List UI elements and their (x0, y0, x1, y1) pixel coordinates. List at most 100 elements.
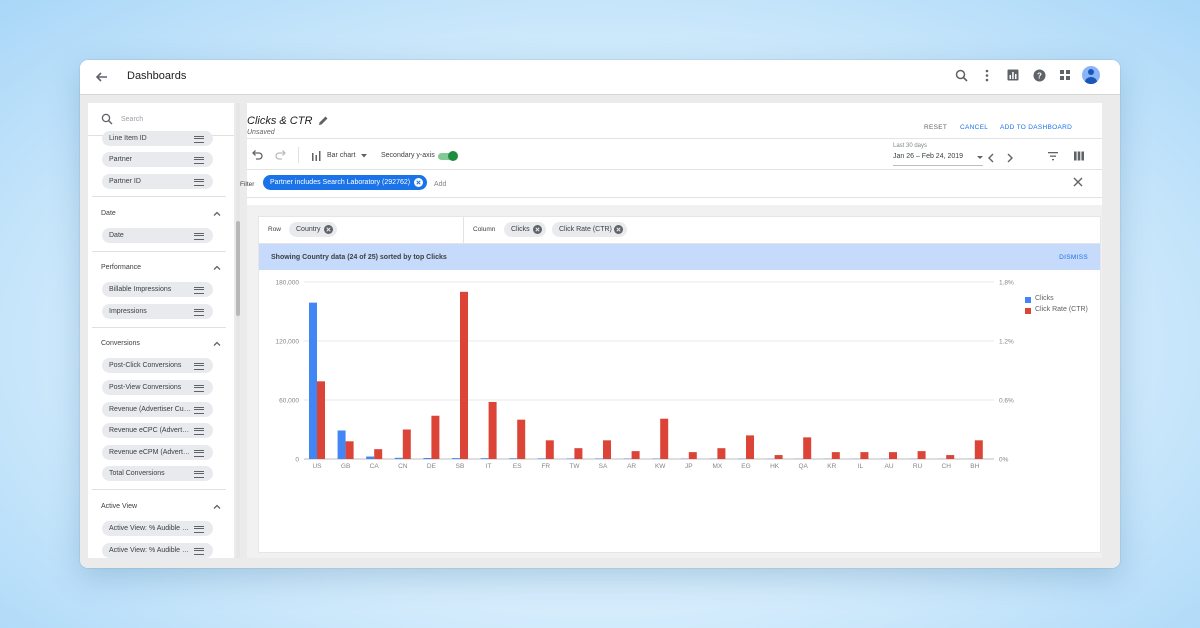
sidebar-scrollbar[interactable] (236, 103, 240, 558)
bar-clicks (337, 430, 346, 459)
more-vert-icon[interactable] (978, 66, 996, 84)
chevron-up-icon (213, 341, 221, 346)
x-tick-label: AR (627, 463, 636, 470)
divider (247, 169, 1102, 170)
x-tick-label: TW (569, 463, 580, 470)
chart-svg: 0 0% 60,000 0.6% 120,000 1.2% 180,000 1.8% US GB C… (276, 280, 1015, 471)
section-header-date[interactable]: Date (101, 210, 221, 222)
x-tick-label: AU (884, 463, 893, 470)
x-tick-label: GB (341, 463, 350, 470)
bar-ctr (374, 449, 383, 459)
cancel-button[interactable]: CANCEL (960, 124, 988, 131)
field-pill[interactable]: Post-Click Conversions (102, 358, 213, 373)
field-pill[interactable]: Partner (102, 152, 213, 167)
divider (92, 251, 226, 252)
avatar[interactable] (1082, 66, 1100, 84)
drag-handle-icon (194, 548, 204, 555)
dropdown-arrow-icon (361, 154, 367, 158)
avatar-button[interactable] (1082, 66, 1100, 84)
close-icon[interactable] (1073, 177, 1083, 187)
chart-legend: Clicks Click Rate (CTR) (1025, 295, 1088, 317)
field-pill[interactable]: Line Item ID (102, 131, 213, 146)
field-pill[interactable]: Revenue eCPC (Advert… (102, 423, 213, 438)
row-chip[interactable]: Country (289, 222, 337, 237)
section-header-conversions[interactable]: Conversions (101, 340, 221, 352)
undo-icon[interactable] (251, 149, 263, 161)
row-column-bar: Row Country Column Clicks Click Rate (CT… (259, 217, 1100, 244)
bar-ctr (974, 440, 983, 459)
y-tick-label-left: 60,000 (279, 398, 299, 405)
info-banner: Showing Country data (24 of 25) sorted b… (259, 244, 1100, 270)
date-range-picker[interactable]: Last 30 days Jan 26 – Feb 24, 2019 (893, 143, 983, 166)
bar-clicks (366, 456, 375, 459)
svg-text:?: ? (1037, 71, 1042, 80)
dismiss-button[interactable]: DISMISS (1059, 254, 1088, 261)
search-icon[interactable] (952, 66, 970, 84)
search-input[interactable]: Search (121, 116, 143, 123)
filter-list-icon[interactable] (1047, 150, 1059, 162)
columns-icon[interactable] (1073, 150, 1085, 162)
field-pill[interactable]: Total Conversions (102, 466, 213, 481)
add-to-dashboard-button[interactable]: ADD TO DASHBOARD (1000, 124, 1072, 131)
x-tick-label: RU (913, 463, 923, 470)
field-pill[interactable]: Date (102, 228, 213, 243)
drag-handle-icon (194, 428, 204, 435)
drag-handle-icon (194, 179, 204, 186)
drag-handle-icon (194, 309, 204, 316)
dashboard-window: Dashboards ? Search Line Item ID Partner… (80, 60, 1120, 568)
report-editor: Clicks & CTR Unsaved RESET CANCEL ADD TO… (240, 103, 1102, 558)
bar-ctr (774, 455, 783, 459)
field-pill[interactable]: Partner ID (102, 174, 213, 189)
add-filter-input[interactable]: Add (434, 181, 446, 188)
chevron-right-icon[interactable] (1006, 153, 1014, 163)
bar-ctr (317, 381, 325, 459)
x-tick-label: MX (713, 463, 723, 470)
field-pill[interactable]: Active View: % Audible … (102, 543, 213, 558)
field-pill[interactable]: Active View: % Audible … (102, 521, 213, 536)
bar-ctr (831, 452, 840, 459)
field-pill[interactable]: Revenue eCPM (Advert… (102, 445, 213, 460)
drag-handle-icon (194, 363, 204, 370)
redo-icon[interactable] (275, 149, 287, 161)
bar-ctr (660, 418, 669, 459)
close-icon[interactable] (614, 225, 623, 234)
filter-chip[interactable]: Partner includes Search Laboratory (2927… (263, 175, 427, 190)
legend-item-ctr[interactable]: Click Rate (CTR) (1025, 306, 1088, 317)
secondary-axis-toggle[interactable] (438, 151, 458, 161)
scrollbar-thumb[interactable] (236, 221, 240, 316)
bar-ctr (917, 451, 926, 459)
help-icon[interactable]: ? (1030, 66, 1048, 84)
field-pill[interactable]: Impressions (102, 304, 213, 319)
x-tick-label: IT (486, 463, 492, 470)
section-header-active-view[interactable]: Active View (101, 503, 221, 515)
divider (92, 196, 226, 197)
bar-ctr (688, 452, 697, 459)
x-tick-label: BH (970, 463, 979, 470)
bar-chart: 0 0% 60,000 0.6% 120,000 1.2% 180,000 1.8% US GB C… (259, 277, 1100, 549)
edit-pencil-icon[interactable] (318, 115, 329, 126)
chart-type-select[interactable]: Bar chart (327, 152, 355, 159)
close-icon[interactable] (324, 225, 333, 234)
back-arrow-icon[interactable] (92, 67, 112, 87)
report-title[interactable]: Clicks & CTR (247, 115, 312, 127)
legend-item-clicks[interactable]: Clicks (1025, 295, 1088, 306)
column-chip[interactable]: Clicks (504, 222, 546, 237)
section-header-performance[interactable]: Performance (101, 264, 221, 276)
column-chip[interactable]: Click Rate (CTR) (552, 222, 627, 237)
apps-grid-icon[interactable] (1056, 66, 1074, 84)
chevron-left-icon[interactable] (987, 153, 995, 163)
app-bar: Dashboards ? (80, 60, 1120, 95)
drag-handle-icon (194, 471, 204, 478)
field-pill[interactable]: Revenue (Advertiser Cu… (102, 402, 213, 417)
report-chart-icon[interactable] (1004, 66, 1022, 84)
filter-label: Filter (240, 181, 255, 188)
bar-chart-icon[interactable] (311, 150, 323, 162)
drag-handle-icon (194, 450, 204, 457)
field-pill[interactable]: Billable Impressions (102, 282, 213, 297)
close-icon[interactable] (414, 178, 423, 187)
drag-handle-icon (194, 157, 204, 164)
reset-button[interactable]: RESET (924, 124, 947, 131)
close-icon[interactable] (533, 225, 542, 234)
bar-ctr (946, 455, 955, 459)
field-pill[interactable]: Post-View Conversions (102, 380, 213, 395)
